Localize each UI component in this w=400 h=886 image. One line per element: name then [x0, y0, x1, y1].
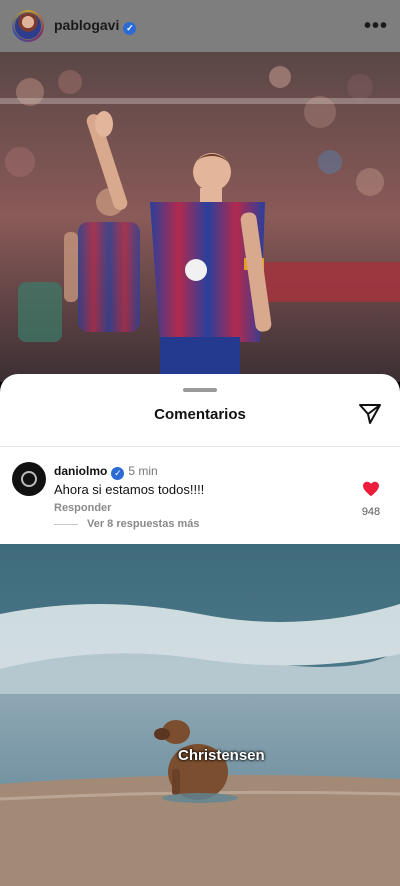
- comment-header: daniolmo ✓ 5 min: [54, 464, 158, 480]
- verified-badge-icon: ✓: [123, 22, 137, 35]
- post-header: pablogavi ✓ •••: [0, 0, 400, 52]
- heart-icon[interactable]: [362, 481, 380, 497]
- view-replies-button[interactable]: Ver 8 respuestas más: [87, 518, 200, 530]
- replies-line-divider: [54, 524, 78, 525]
- comments-sheet: Comentarios daniolmo ✓ 5 min Ahora si esta…: [0, 374, 400, 544]
- comment-time: 5 min: [128, 464, 158, 478]
- comment-text: Ahora si estamos todos!!!!: [54, 482, 205, 497]
- avatar-emblem-icon: [21, 471, 37, 487]
- post-username[interactable]: pablogavi ✓: [54, 17, 137, 35]
- meme-caption: Christensen: [178, 747, 265, 764]
- like-count: 948: [361, 506, 381, 518]
- verified-badge-icon: ✓: [111, 467, 125, 480]
- meme-image: Christensen: [0, 544, 400, 886]
- more-options-icon[interactable]: •••: [364, 15, 388, 38]
- profile-avatar[interactable]: [12, 10, 44, 42]
- send-icon[interactable]: [358, 402, 382, 426]
- reply-button[interactable]: Responder: [54, 502, 111, 514]
- comment-username[interactable]: daniolmo: [54, 464, 107, 478]
- avatar-image: [14, 12, 42, 40]
- comments-title: Comentarios: [154, 406, 246, 423]
- comment-avatar[interactable]: [12, 462, 46, 496]
- post-username-text: pablogavi: [54, 17, 120, 33]
- sheet-divider: [0, 446, 400, 447]
- post-photo[interactable]: [0, 52, 400, 382]
- sheet-grabber-handle[interactable]: [183, 388, 217, 392]
